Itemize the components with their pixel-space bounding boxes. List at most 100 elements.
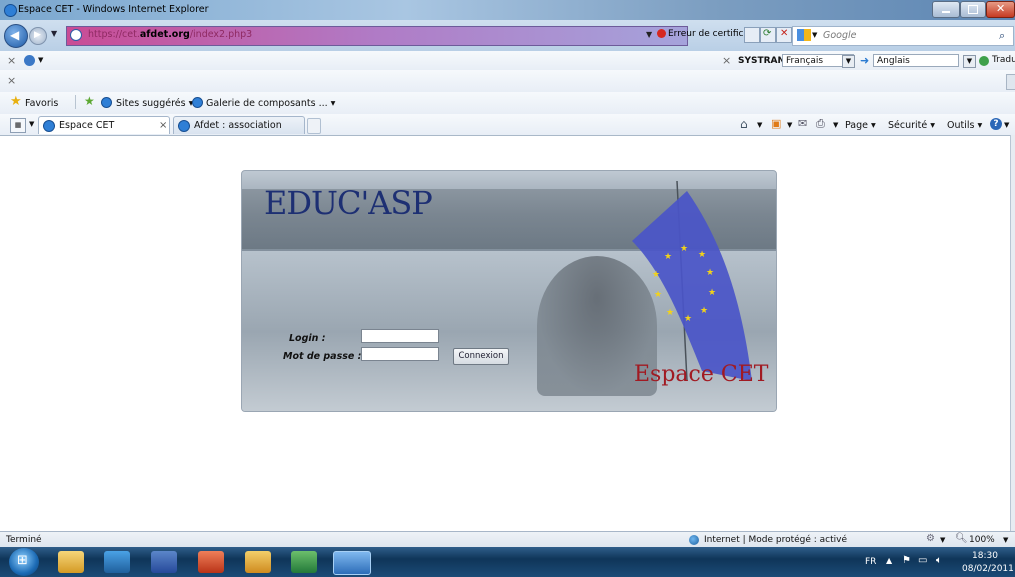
search-provider-icon[interactable] bbox=[797, 29, 811, 41]
vertical-scrollbar[interactable] bbox=[1010, 135, 1015, 531]
print-dropdown-icon[interactable]: ▼ bbox=[833, 121, 838, 129]
minimize-icon bbox=[942, 11, 950, 13]
clock-date[interactable]: 08/02/2011 bbox=[962, 564, 1014, 574]
window-title-bar: Espace CET - Windows Internet Explorer ✕ bbox=[0, 0, 1015, 20]
eu-flag-sail: ★★★ ★★★ ★★★ ★ bbox=[632, 181, 752, 382]
help-dropdown-icon[interactable]: ▼ bbox=[1004, 121, 1009, 129]
url-path: /index2.php3 bbox=[189, 29, 253, 40]
close-translate-icon[interactable]: × bbox=[722, 54, 731, 67]
taskbar-word-icon[interactable] bbox=[151, 551, 177, 573]
feeds-dropdown-icon[interactable]: ▼ bbox=[787, 121, 792, 129]
security-zone-text[interactable]: Internet | Mode protégé : activé bbox=[704, 535, 847, 545]
svg-text:★: ★ bbox=[652, 270, 660, 280]
translate-button[interactable]: Traduire bbox=[992, 55, 1015, 65]
login-label: Login : bbox=[289, 333, 326, 344]
suggested-sites-link[interactable]: Sites suggérés ▾ bbox=[116, 98, 193, 109]
start-button[interactable]: ⊞ bbox=[9, 548, 39, 576]
cert-error-icon bbox=[657, 29, 666, 38]
mail-icon[interactable]: ✉ bbox=[798, 117, 807, 130]
help-dropdown-icon[interactable]: ▼ bbox=[38, 56, 43, 64]
home-dropdown-icon[interactable]: ▼ bbox=[757, 121, 762, 129]
refresh-icon: ⟳ bbox=[763, 28, 772, 39]
status-text: Terminé bbox=[6, 535, 42, 545]
taskbar-outlook-icon[interactable] bbox=[104, 551, 130, 573]
security-menu[interactable]: Sécurité ▾ bbox=[888, 120, 935, 131]
maximize-icon bbox=[968, 5, 978, 14]
taskbar-excel-icon[interactable] bbox=[291, 551, 317, 573]
maximize-button[interactable] bbox=[960, 1, 986, 18]
tray-network-icon[interactable]: ▭ bbox=[918, 555, 927, 566]
minimize-button[interactable] bbox=[932, 1, 960, 18]
gallery-link[interactable]: Galerie de composants ... ▾ bbox=[206, 98, 335, 109]
feeds-icon[interactable]: ▣ bbox=[771, 117, 781, 130]
zoom-icon[interactable]: 🔍︎ bbox=[955, 533, 968, 544]
print-icon[interactable]: ⎙ bbox=[816, 117, 825, 131]
stop-button[interactable]: ✕ bbox=[776, 27, 792, 43]
history-dropdown-icon[interactable]: ▼ bbox=[51, 29, 57, 38]
translate-globe-icon bbox=[979, 56, 989, 66]
tab-espace-cet[interactable]: Espace CET × bbox=[38, 116, 170, 134]
favorites-star-icon: ★ bbox=[10, 94, 22, 109]
source-language-dropdown-icon[interactable]: ▼ bbox=[842, 55, 855, 68]
svg-text:★: ★ bbox=[680, 244, 688, 254]
login-input[interactable] bbox=[361, 329, 439, 343]
zoom-dropdown-icon[interactable]: ▼ bbox=[1003, 536, 1008, 544]
quick-tabs-icon[interactable]: ▦ bbox=[10, 118, 26, 133]
url-prefix: https://cet. bbox=[88, 29, 140, 40]
favorites-button[interactable]: Favoris bbox=[25, 98, 58, 109]
target-language-value: Anglais bbox=[877, 56, 910, 66]
search-icon[interactable]: ⌕ bbox=[999, 29, 1005, 43]
internet-zone-icon bbox=[689, 535, 699, 545]
add-favorite-icon[interactable]: ★ bbox=[84, 94, 95, 108]
tools-menu[interactable]: Outils ▾ bbox=[947, 120, 982, 131]
back-button[interactable]: ◀ bbox=[4, 24, 28, 48]
password-input[interactable] bbox=[361, 347, 439, 361]
tray-expand-icon[interactable]: ▲ bbox=[886, 556, 892, 565]
svg-text:★: ★ bbox=[708, 288, 716, 298]
taskbar-ie-icon[interactable] bbox=[333, 551, 371, 575]
home-icon[interactable]: ⌂ bbox=[740, 117, 748, 131]
connect-button[interactable]: Connexion bbox=[453, 348, 509, 365]
toolbar-overflow-button[interactable] bbox=[1006, 74, 1015, 90]
taskbar-powerpoint-icon[interactable] bbox=[198, 551, 224, 573]
url-text[interactable]: https://cet.afdet.org/index2.php3 bbox=[88, 29, 252, 40]
window-title: Espace CET - Windows Internet Explorer bbox=[18, 4, 209, 15]
tab-close-icon[interactable]: × bbox=[159, 117, 167, 135]
address-dropdown-icon[interactable]: ▼ bbox=[646, 30, 652, 39]
security-menu-label: Sécurité bbox=[888, 120, 928, 131]
taskbar-folder-icon[interactable] bbox=[245, 551, 271, 573]
forward-arrow-icon: ▶ bbox=[34, 30, 41, 40]
new-tab-button[interactable] bbox=[307, 118, 321, 134]
target-language-select[interactable]: Anglais bbox=[873, 54, 959, 67]
tab-list-dropdown-icon[interactable]: ▼ bbox=[29, 120, 34, 128]
tray-volume-icon[interactable]: 🔈︎ bbox=[936, 555, 942, 566]
source-language-value: Français bbox=[786, 56, 824, 66]
clock-time[interactable]: 18:30 bbox=[972, 551, 998, 561]
target-language-dropdown-icon[interactable]: ▼ bbox=[963, 55, 976, 68]
tab-ie-icon bbox=[43, 120, 55, 132]
input-language[interactable]: FR bbox=[865, 557, 876, 567]
svg-text:★: ★ bbox=[706, 268, 714, 278]
search-provider-dropdown-icon[interactable]: ▼ bbox=[812, 31, 817, 39]
close-window-button[interactable]: ✕ bbox=[986, 1, 1015, 18]
page-menu[interactable]: Page ▾ bbox=[845, 120, 876, 131]
tab-afdet[interactable]: Afdet : association français... bbox=[173, 116, 305, 149]
refresh-button[interactable]: ⟳ bbox=[760, 27, 776, 43]
gallery-label: Galerie de composants ... bbox=[206, 98, 328, 109]
add-ons-dropdown-icon[interactable]: ▼ bbox=[940, 536, 945, 544]
help-icon[interactable]: ? bbox=[990, 118, 1002, 130]
certificate-error-link[interactable]: Erreur de certificat bbox=[668, 29, 753, 39]
forward-button[interactable]: ▶ bbox=[29, 27, 47, 45]
close-toolbar-icon[interactable]: × bbox=[7, 54, 16, 67]
brand-subtitle: Espace CET bbox=[634, 362, 769, 387]
tray-flag-icon[interactable]: ⚑ bbox=[902, 555, 911, 566]
page-menu-label: Page bbox=[845, 120, 868, 131]
close-secondary-toolbar-icon[interactable]: × bbox=[7, 74, 16, 87]
add-ons-icon[interactable]: ⚙ bbox=[926, 533, 935, 544]
secondary-toolbar bbox=[0, 70, 1015, 93]
compat-view-button[interactable] bbox=[744, 27, 760, 43]
svg-text:★: ★ bbox=[700, 306, 708, 316]
zoom-level[interactable]: 100% bbox=[969, 535, 995, 545]
help-toolbar-icon[interactable] bbox=[24, 55, 35, 66]
taskbar-explorer-icon[interactable] bbox=[58, 551, 84, 573]
